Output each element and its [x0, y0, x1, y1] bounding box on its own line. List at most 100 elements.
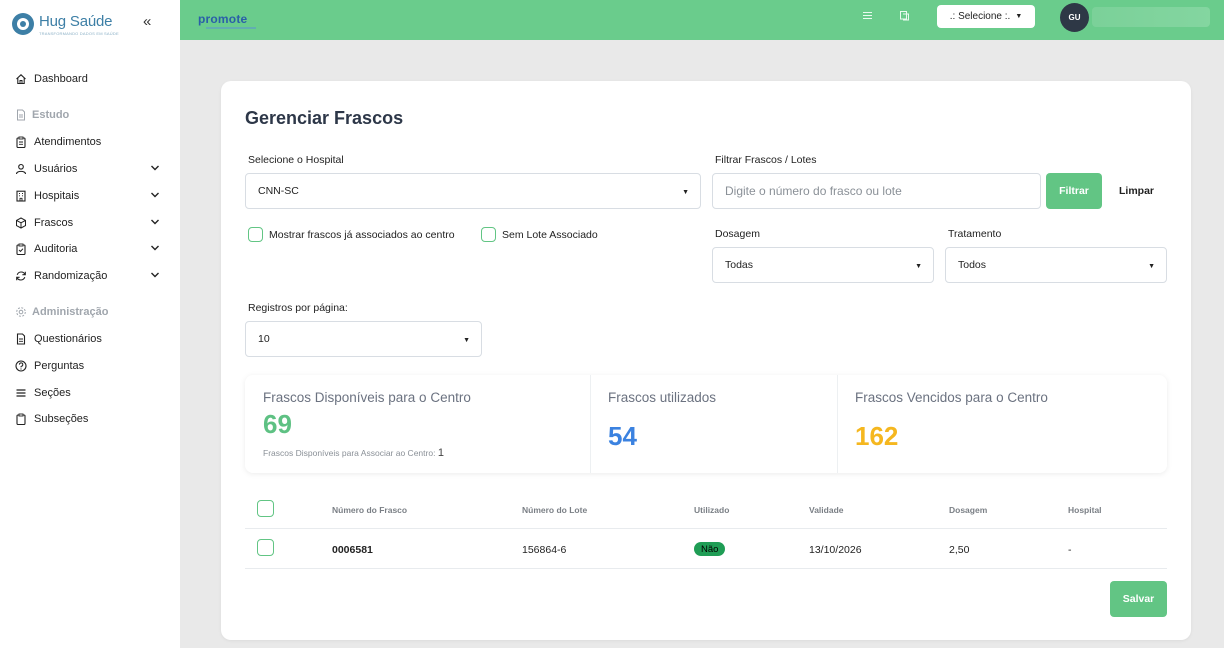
sidebar-item-label: Perguntas — [34, 359, 85, 372]
checkbox-label: Sem Lote Associado — [502, 228, 598, 241]
save-button[interactable]: Salvar — [1110, 581, 1167, 617]
stat-title: Frascos Vencidos para o Centro — [855, 390, 1048, 405]
stat-title: Frascos Disponíveis para o Centro — [263, 390, 471, 405]
column-header[interactable]: Número do Frasco — [332, 505, 407, 515]
filter-button[interactable]: Filtrar — [1046, 173, 1102, 209]
hospital-select-value: CNN-SC — [258, 185, 299, 197]
users-icon — [15, 163, 27, 175]
caret-down-icon: ▼ — [463, 337, 470, 344]
sidebar-item-dashboard[interactable]: Dashboard — [0, 66, 180, 93]
sidebar-section-label: Estudo — [32, 109, 70, 122]
table-header: Número do Frasco Número do Lote Utilizad… — [245, 489, 1167, 529]
page-title: Gerenciar Frascos — [245, 108, 404, 128]
row-checkbox[interactable] — [257, 539, 274, 556]
sidebar-item-questionarios[interactable]: Questionários — [0, 326, 180, 353]
caret-down-icon: ▼ — [915, 263, 922, 270]
list-icon[interactable] — [858, 10, 876, 26]
column-header[interactable]: Utilizado — [694, 505, 729, 515]
filter-input-placeholder: Digite o número do frasco ou lote — [725, 184, 902, 198]
sidebar-item-label: Seções — [34, 386, 71, 399]
column-header[interactable]: Hospital — [1068, 505, 1102, 515]
treatment-select-value: Todos — [958, 259, 987, 271]
caret-down-icon: ▼ — [682, 189, 689, 196]
stat-footnote-label: Frascos Disponíveis para Associar ao Cen… — [263, 448, 436, 458]
column-header[interactable]: Número do Lote — [522, 505, 587, 515]
hospital-label: Selecione o Hospital — [248, 154, 344, 166]
refresh-icon — [15, 270, 27, 282]
building-icon — [15, 190, 27, 202]
caret-down-icon: ▼ — [1015, 13, 1023, 20]
stat-available: Frascos Disponíveis para o Centro 69 Fra… — [245, 375, 590, 473]
checkbox-label: Mostrar frascos já associados ao centro — [269, 228, 455, 241]
documents-icon[interactable] — [895, 10, 913, 26]
sidebar-item-usuarios[interactable]: Usuários — [0, 156, 180, 183]
stat-value: 162 — [855, 421, 899, 451]
frascos-table: Número do Frasco Número do Lote Utilizad… — [245, 489, 1167, 569]
show-associated-checkbox[interactable]: Mostrar frascos já associados ao centro — [248, 227, 455, 242]
chevron-down-icon[interactable] — [150, 244, 160, 254]
main-card: Gerenciar Frascos Selecione o Hospital C… — [221, 81, 1191, 640]
promote-logo[interactable]: promote — [198, 12, 247, 26]
stat-title: Frascos utilizados — [608, 390, 717, 405]
brand-tagline: TRANSFORMANDO DADOS EM SAÚDE — [39, 30, 119, 36]
sidebar-item-perguntas[interactable]: Perguntas — [0, 352, 180, 379]
username-redacted — [1092, 7, 1210, 27]
select-all-checkbox[interactable] — [257, 500, 274, 517]
filter-input[interactable]: Digite o número do frasco ou lote — [712, 173, 1041, 209]
cube-icon — [15, 217, 27, 229]
chevron-down-icon[interactable] — [150, 271, 160, 281]
clipboard-icon — [15, 136, 27, 149]
cell-lote: 156864-6 — [522, 544, 567, 556]
dosage-select-value: Todas — [725, 259, 754, 271]
column-header[interactable]: Dosagem — [949, 505, 987, 515]
clear-button[interactable]: Limpar — [1119, 185, 1154, 197]
document-icon — [15, 109, 27, 121]
sidebar: Hug Saúde TRANSFORMANDO DADOS EM SAÚDE «… — [0, 0, 180, 648]
stat-expired: Frascos Vencidos para o Centro 162 — [837, 375, 1167, 473]
collapse-sidebar-icon[interactable]: « — [143, 13, 151, 30]
sidebar-item-randomizacao[interactable]: Randomização — [0, 263, 180, 290]
chevron-down-icon[interactable] — [150, 218, 160, 228]
sidebar-item-subsecoes[interactable]: Subseções — [0, 406, 180, 433]
chevron-down-icon[interactable] — [150, 191, 160, 201]
checkbox-box[interactable] — [481, 227, 496, 242]
table-row[interactable]: 0006581 156864-6 Não 13/10/2026 2,50 - — [245, 529, 1167, 569]
sidebar-item-hospitais[interactable]: Hospitais — [0, 182, 180, 209]
sidebar-item-label: Atendimentos — [34, 136, 102, 149]
sidebar-item-frascos[interactable]: Frascos — [0, 209, 180, 236]
cell-frasco: 0006581 — [332, 544, 373, 556]
no-lot-checkbox[interactable]: Sem Lote Associado — [481, 227, 598, 242]
dosage-select[interactable]: Todas ▼ — [712, 247, 934, 283]
topbar: promote .: Selecione :. ▼ GU — [180, 0, 1224, 40]
brand-name: Hug Saúde — [39, 12, 113, 30]
file-icon — [15, 333, 27, 345]
sidebar-item-auditoria[interactable]: Auditoria — [0, 236, 180, 263]
sidebar-section-label: Administração — [32, 306, 109, 319]
per-page-select[interactable]: 10 ▼ — [245, 321, 482, 357]
sidebar-item-label: Usuários — [34, 162, 78, 175]
stats-panel: Frascos Disponíveis para o Centro 69 Fra… — [245, 375, 1167, 473]
cell-hospital: - — [1068, 544, 1072, 556]
sidebar-item-label: Auditoria — [34, 243, 78, 256]
sidebar-nav: Dashboard Estudo Atendimentos Usuários H… — [0, 66, 180, 433]
center-select-value: .: Selecione :. — [949, 11, 1011, 22]
hug-logo-icon — [12, 13, 34, 35]
stat-footnote-value: 1 — [437, 447, 444, 459]
column-header[interactable]: Validade — [809, 505, 844, 515]
promote-logo-underline — [206, 27, 256, 29]
question-icon — [15, 360, 27, 372]
center-select[interactable]: .: Selecione :. ▼ — [937, 5, 1035, 28]
sidebar-item-label: Hospitais — [34, 189, 80, 202]
per-page-label: Registros por página: — [248, 302, 348, 314]
sidebar-item-secoes[interactable]: Seções — [0, 379, 180, 406]
caret-down-icon: ▼ — [1148, 263, 1155, 270]
avatar[interactable]: GU — [1060, 3, 1089, 32]
brand-logo[interactable]: Hug Saúde TRANSFORMANDO DADOS EM SAÚDE — [12, 10, 119, 38]
chevron-down-icon[interactable] — [150, 164, 160, 174]
treatment-select[interactable]: Todos ▼ — [945, 247, 1167, 283]
clipboard-check-icon — [15, 243, 27, 256]
sidebar-item-atendimentos[interactable]: Atendimentos — [0, 129, 180, 156]
menu-icon — [15, 387, 27, 399]
checkbox-box[interactable] — [248, 227, 263, 242]
hospital-select[interactable]: CNN-SC ▼ — [245, 173, 701, 209]
